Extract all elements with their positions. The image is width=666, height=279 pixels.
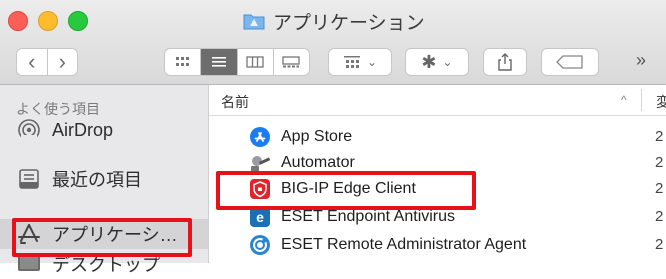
column-header: 名前 ^ 変 xyxy=(209,85,666,116)
toolbar-overflow-button[interactable]: » xyxy=(636,50,646,71)
column-view-button[interactable] xyxy=(238,49,274,75)
column-divider[interactable] xyxy=(641,89,642,111)
forward-button[interactable]: › xyxy=(48,49,78,75)
gallery-icon xyxy=(282,56,301,68)
group-grid-icon xyxy=(343,56,360,68)
sidebar-item-label: 最近の項目 xyxy=(52,170,142,190)
list-item-eset-agent[interactable]: ESET Remote Administrator Agent 2 xyxy=(209,231,666,258)
gallery-view-button[interactable] xyxy=(274,49,309,75)
minimize-window-button[interactable] xyxy=(38,11,58,31)
view-mode-segment xyxy=(164,48,310,76)
list-item-date: 2 xyxy=(655,180,664,197)
sidebar-item-label: AirDrop xyxy=(52,119,114,140)
name-column-header[interactable]: 名前 xyxy=(221,92,249,112)
list-item-app-store[interactable]: App Store 2 xyxy=(209,123,666,150)
zoom-window-button[interactable] xyxy=(68,11,88,31)
share-icon xyxy=(498,53,512,71)
list-lines-icon xyxy=(211,57,226,67)
share-button[interactable] xyxy=(483,48,527,76)
title-bar: アプリケーション ‹ › ⌄ ✱ ⌄ » xyxy=(0,0,666,85)
date-column-header[interactable]: 変 xyxy=(656,92,666,112)
columns-icon xyxy=(246,56,264,68)
icon-grid-icon xyxy=(175,57,189,66)
nav-buttons: ‹ › xyxy=(16,48,78,76)
eset-agent-icon xyxy=(249,234,271,256)
list-item-name: App Store xyxy=(281,127,353,145)
icon-view-button[interactable] xyxy=(165,49,202,75)
window-title-text: アプリケーション xyxy=(273,12,425,34)
list-item-date: 2 xyxy=(655,208,664,225)
gear-icon: ✱ xyxy=(421,51,437,72)
airdrop-icon xyxy=(16,118,42,142)
recents-icon xyxy=(16,167,42,191)
close-window-button[interactable] xyxy=(8,11,28,31)
group-menu-button[interactable]: ⌄ xyxy=(328,48,392,76)
list-view-button[interactable] xyxy=(201,49,238,75)
app-store-icon xyxy=(249,126,271,148)
list-item-date: 2 xyxy=(655,154,664,171)
tag-button[interactable] xyxy=(541,48,599,76)
list-item-name: Automator xyxy=(281,153,355,171)
list-item-name: ESET Remote Administrator Agent xyxy=(281,235,527,253)
window-title: アプリケーション xyxy=(243,8,425,34)
list-item-highlight-box xyxy=(216,171,476,210)
list-item-date: 2 xyxy=(655,236,664,253)
action-menu-button[interactable]: ✱ ⌄ xyxy=(405,48,469,76)
sidebar-selection-highlight xyxy=(12,218,192,257)
chevron-down-icon: ⌄ xyxy=(442,55,453,69)
svg-text:e: e xyxy=(256,209,264,225)
sidebar-item-recents[interactable]: 最近の項目 xyxy=(0,164,208,194)
list-item-date: 2 xyxy=(655,128,664,145)
list-item-name: ESET Endpoint Antivirus xyxy=(281,207,456,225)
tag-icon xyxy=(556,55,583,69)
chevron-down-icon: ⌄ xyxy=(366,55,378,69)
applications-folder-icon xyxy=(243,12,265,30)
back-button[interactable]: ‹ xyxy=(17,49,48,75)
sort-indicator: ^ xyxy=(621,93,627,107)
sidebar-item-airdrop[interactable]: AirDrop xyxy=(0,115,208,145)
